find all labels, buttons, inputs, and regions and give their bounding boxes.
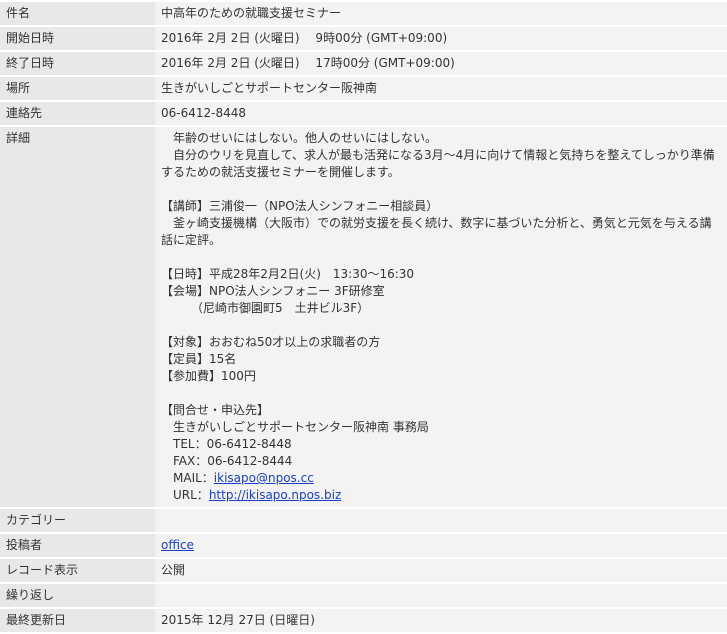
poster-label: 投稿者 xyxy=(0,534,155,557)
row-title: 件名 中高年のための就職支援セミナー xyxy=(0,2,727,25)
end-value: 2016年 2月 2日 (火曜日) 17時00分 (GMT+09:00) xyxy=(155,52,727,75)
row-end: 終了日時 2016年 2月 2日 (火曜日) 17時00分 (GMT+09:00… xyxy=(0,52,727,75)
url-prefix: URL： xyxy=(173,488,209,502)
poster-link[interactable]: office xyxy=(161,538,194,552)
updated-label: 最終更新日 xyxy=(0,609,155,632)
details-text: 年齢のせいにはしない。他人のせいにはしない。 自分のウリを見直して、求人が最も活… xyxy=(161,131,715,485)
event-detail-table: 件名 中高年のための就職支援セミナー 開始日時 2016年 2月 2日 (火曜日… xyxy=(0,0,727,634)
place-value: 生きがいしごとサポートセンター阪神南 xyxy=(155,77,727,100)
row-poster: 投稿者 office xyxy=(0,534,727,557)
contact-label: 連絡先 xyxy=(0,102,155,125)
details-value: 年齢のせいにはしない。他人のせいにはしない。 自分のウリを見直して、求人が最も活… xyxy=(155,127,727,507)
repeat-label: 繰り返し xyxy=(0,584,155,607)
repeat-value xyxy=(155,584,727,607)
row-updated: 最終更新日 2015年 12月 27日 (日曜日) xyxy=(0,609,727,632)
place-label: 場所 xyxy=(0,77,155,100)
mail-link[interactable]: ikisapo@npos.cc xyxy=(214,471,314,485)
row-start: 開始日時 2016年 2月 2日 (火曜日) 9時00分 (GMT+09:00) xyxy=(0,27,727,50)
details-label: 詳細 xyxy=(0,127,155,507)
start-label: 開始日時 xyxy=(0,27,155,50)
poster-value: office xyxy=(155,534,727,557)
url-link[interactable]: http://ikisapo.npos.biz xyxy=(209,488,341,502)
visibility-label: レコード表示 xyxy=(0,559,155,582)
contact-value: 06-6412-8448 xyxy=(155,102,727,125)
row-repeat: 繰り返し xyxy=(0,584,727,607)
row-place: 場所 生きがいしごとサポートセンター阪神南 xyxy=(0,77,727,100)
category-label: カテゴリー xyxy=(0,509,155,532)
start-value: 2016年 2月 2日 (火曜日) 9時00分 (GMT+09:00) xyxy=(155,27,727,50)
category-value xyxy=(155,509,727,532)
title-value: 中高年のための就職支援セミナー xyxy=(155,2,727,25)
row-contact: 連絡先 06-6412-8448 xyxy=(0,102,727,125)
end-label: 終了日時 xyxy=(0,52,155,75)
row-category: カテゴリー xyxy=(0,509,727,532)
updated-value: 2015年 12月 27日 (日曜日) xyxy=(155,609,727,632)
row-details: 詳細 年齢のせいにはしない。他人のせいにはしない。 自分のウリを見直して、求人が… xyxy=(0,127,727,507)
row-visibility: レコード表示 公開 xyxy=(0,559,727,582)
title-label: 件名 xyxy=(0,2,155,25)
visibility-value: 公開 xyxy=(155,559,727,582)
